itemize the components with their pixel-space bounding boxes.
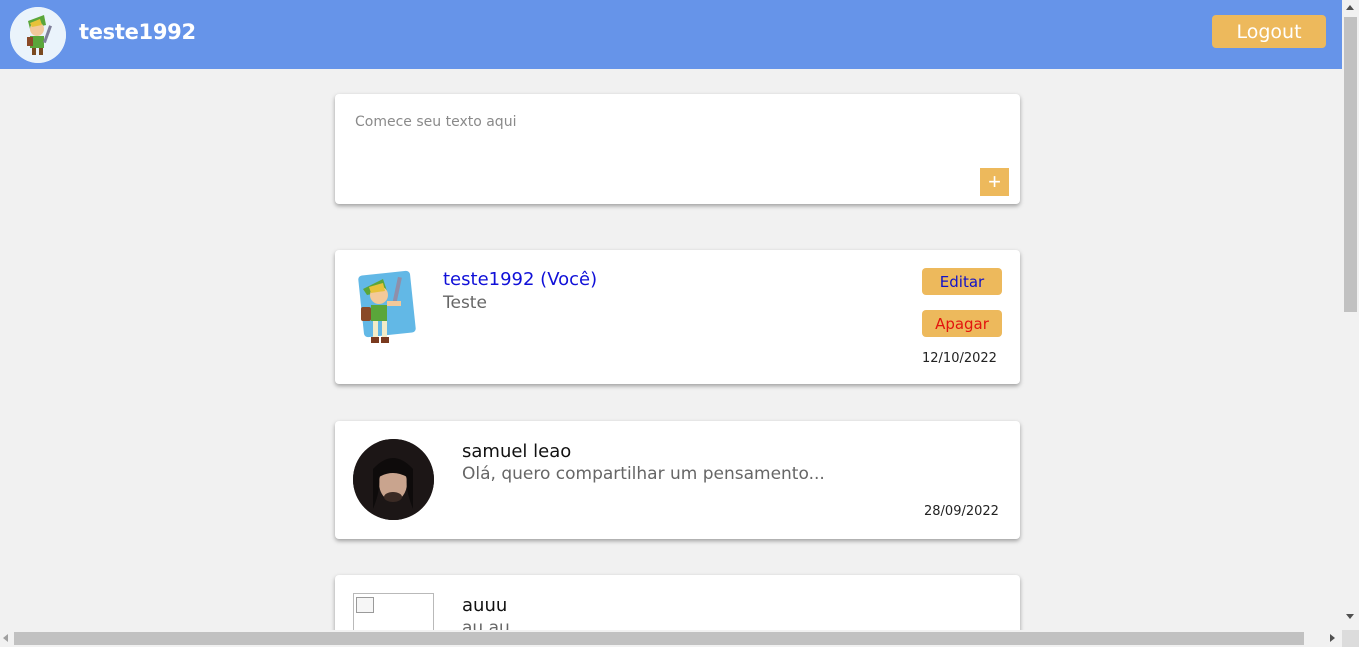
post-text: Olá, quero compartilhar um pensamento... [462,464,825,484]
delete-post-button[interactable]: Apagar [922,310,1002,337]
post-avatar [353,439,434,520]
logout-button[interactable]: Logout [1212,15,1326,48]
post-avatar [353,267,418,349]
scroll-left-arrow-icon[interactable] [3,634,8,642]
new-post-card: + [335,94,1020,204]
post-author[interactable]: samuel leao [462,441,571,462]
user-avatar[interactable] [10,7,66,63]
broken-image-glyph [356,597,374,613]
scrollbar-corner [1342,630,1359,647]
post-text: Teste [443,293,487,313]
post-date: 12/10/2022 [922,351,997,366]
horizontal-scroll-thumb[interactable] [14,632,1304,645]
scroll-down-arrow-icon[interactable] [1346,614,1354,619]
add-post-button[interactable]: + [980,168,1009,196]
top-bar: teste1992 Logout [0,0,1342,69]
scroll-up-arrow-icon[interactable] [1346,5,1354,10]
post-card: samuel leao Olá, quero compartilhar um p… [335,421,1020,539]
vertical-scroll-thumb[interactable] [1344,17,1357,312]
post-card: teste1992 (Você) Teste Editar Apagar 12/… [335,250,1020,384]
edit-post-button[interactable]: Editar [922,268,1002,295]
post-author[interactable]: auuu [462,595,507,616]
post-author[interactable]: teste1992 (Você) [443,269,597,290]
post-card: auuu au au [335,575,1020,647]
horizontal-scrollbar[interactable] [0,630,1342,647]
new-post-input[interactable] [355,114,985,174]
post-date: 28/09/2022 [924,504,999,519]
vertical-scrollbar[interactable] [1342,0,1359,630]
header-username: teste1992 [79,20,196,44]
scroll-right-arrow-icon[interactable] [1330,634,1335,642]
